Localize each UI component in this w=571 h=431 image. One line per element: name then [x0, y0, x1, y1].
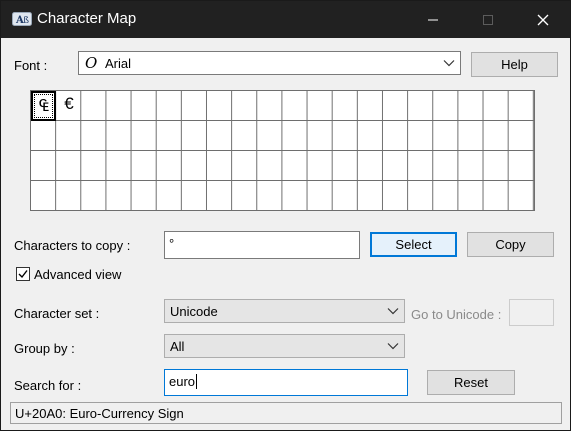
group-by-label: Group by : — [14, 341, 75, 356]
characters-to-copy-label: Characters to copy : — [14, 238, 131, 253]
characters-to-copy-input[interactable]: ° — [164, 231, 360, 259]
character-set-dropdown[interactable]: Unicode — [164, 299, 405, 323]
character-set-label: Character set : — [14, 306, 100, 321]
character-map-app-icon: A ß — [12, 12, 32, 26]
character-map-window: A ß Character Map Font : O Arial Help ₠ … — [0, 0, 571, 431]
search-value: euro — [169, 374, 196, 389]
checkmark-icon — [18, 270, 28, 279]
font-label: Font : — [14, 58, 48, 73]
chevron-down-icon — [387, 343, 399, 350]
text-caret — [196, 374, 198, 389]
maximize-icon — [483, 14, 493, 25]
go-to-unicode-label: Go to Unicode : — [411, 307, 502, 322]
close-icon — [537, 14, 549, 25]
characters-to-copy-value: ° — [169, 236, 175, 251]
character-set-value: Unicode — [170, 304, 218, 319]
chevron-down-icon — [387, 308, 399, 315]
character-grid[interactable] — [30, 90, 535, 211]
close-button[interactable] — [520, 1, 566, 38]
copy-button[interactable]: Copy — [467, 232, 554, 257]
svg-text:ß: ß — [23, 16, 29, 26]
grid-cell-glyph[interactable]: ₠ — [32, 92, 56, 120]
minimize-icon — [428, 19, 438, 20]
grid-cell-glyph[interactable]: € — [57, 90, 81, 118]
status-text: U+20A0: Euro-Currency Sign — [15, 406, 184, 421]
minimize-button[interactable] — [410, 1, 456, 38]
select-button[interactable]: Select — [370, 232, 457, 257]
advanced-view-checkbox[interactable] — [16, 267, 30, 281]
title-bar[interactable]: A ß Character Map — [1, 1, 570, 38]
font-value: Arial — [105, 56, 132, 71]
chevron-down-icon — [443, 60, 455, 67]
group-by-value: All — [170, 339, 185, 354]
window-title: Character Map — [37, 10, 137, 27]
go-to-unicode-input — [509, 299, 554, 326]
advanced-view-label[interactable]: Advanced view — [34, 267, 121, 282]
status-bar: U+20A0: Euro-Currency Sign — [10, 402, 562, 424]
maximize-button — [465, 1, 511, 38]
group-by-dropdown[interactable]: All — [164, 334, 405, 358]
search-input[interactable]: euro — [164, 369, 408, 396]
reset-button[interactable]: Reset — [427, 370, 515, 395]
help-button[interactable]: Help — [471, 52, 558, 77]
opentype-font-icon: O — [85, 54, 98, 72]
search-for-label: Search for : — [14, 378, 82, 393]
font-dropdown[interactable]: O Arial — [78, 51, 461, 75]
